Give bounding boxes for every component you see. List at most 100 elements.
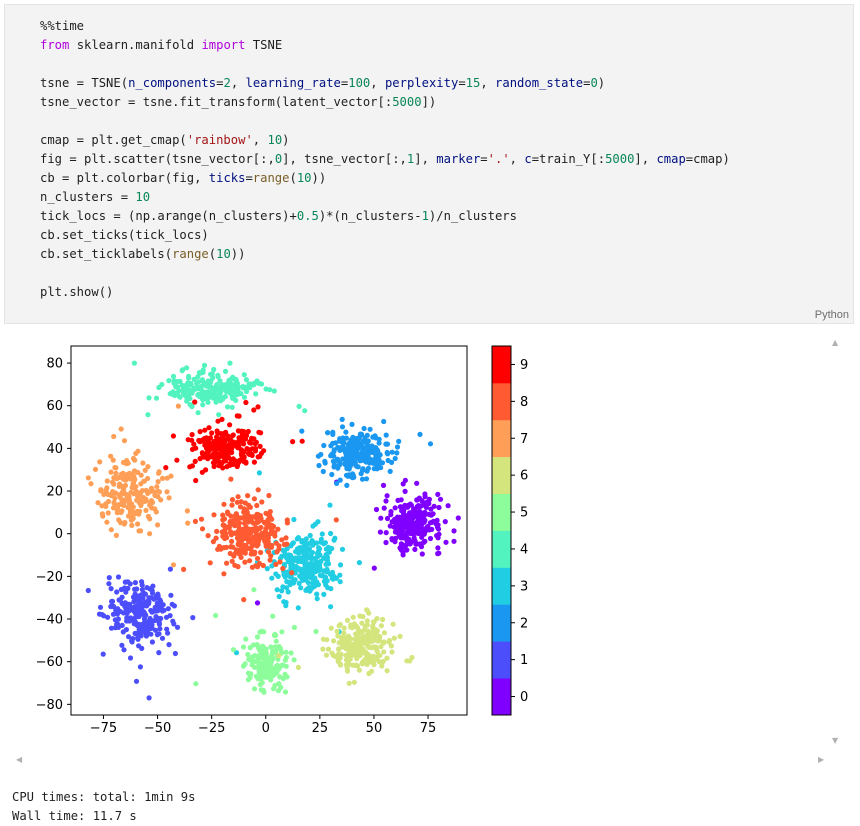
data-point xyxy=(328,625,334,631)
data-point xyxy=(306,546,312,552)
data-point xyxy=(273,632,279,638)
data-point xyxy=(371,662,377,668)
scroll-down-arrow-icon[interactable]: ▼ xyxy=(832,736,838,745)
data-point xyxy=(372,446,378,452)
data-point xyxy=(273,571,279,577)
data-point xyxy=(138,528,144,534)
code-cell[interactable]: %%time from sklearn.manifold import TSNE t… xyxy=(4,4,854,324)
data-point xyxy=(385,457,391,464)
data-point xyxy=(416,510,422,516)
data-point xyxy=(255,487,261,493)
data-point xyxy=(245,493,251,499)
data-point xyxy=(276,681,282,687)
data-point xyxy=(235,445,241,451)
code-line: tick_locs = (np.arange(n_clusters)+0.5)*… xyxy=(40,207,730,226)
scroll-left-arrow-icon[interactable]: ◀ xyxy=(16,755,22,764)
data-point xyxy=(111,500,117,506)
scroll-up-arrow-icon[interactable]: ▲ xyxy=(832,338,838,347)
data-point xyxy=(394,444,401,450)
data-point xyxy=(362,623,368,629)
data-point xyxy=(275,526,281,532)
data-point xyxy=(125,616,131,622)
data-point xyxy=(314,591,320,597)
data-point xyxy=(234,413,240,419)
data-point xyxy=(255,511,261,518)
data-point xyxy=(156,618,162,624)
data-point xyxy=(335,456,341,462)
colorbar-segment xyxy=(492,678,511,716)
colorbar-segment xyxy=(492,604,511,642)
colorbar-tick-label: 9 xyxy=(520,358,528,373)
data-point xyxy=(266,492,272,499)
colorbar-segment xyxy=(492,493,511,531)
data-point xyxy=(115,616,121,622)
data-point xyxy=(173,384,179,390)
data-point xyxy=(155,479,161,485)
data-point xyxy=(318,558,324,564)
data-point xyxy=(139,645,145,651)
data-point xyxy=(88,481,94,487)
data-point xyxy=(343,662,349,668)
data-point xyxy=(120,459,127,466)
data-point xyxy=(112,490,118,496)
data-point xyxy=(340,639,346,645)
data-point xyxy=(384,493,390,499)
code-token: cb.set_ticks(tick_locs) xyxy=(40,228,209,242)
data-point xyxy=(398,497,404,503)
data-point xyxy=(273,664,279,670)
data-point xyxy=(242,559,248,565)
data-point xyxy=(350,614,356,620)
data-point xyxy=(190,615,196,621)
data-point xyxy=(159,475,166,481)
data-point xyxy=(227,422,233,428)
data-point xyxy=(156,650,162,656)
data-point xyxy=(108,586,114,592)
colorbar-segment xyxy=(492,641,511,679)
code-editor[interactable]: %%time from sklearn.manifold import TSNE t… xyxy=(40,17,730,302)
data-point xyxy=(387,523,393,529)
data-point xyxy=(209,430,215,436)
code-token: =cmap) xyxy=(685,152,730,166)
data-point xyxy=(347,656,353,662)
data-point xyxy=(221,571,227,577)
data-point xyxy=(174,457,180,463)
code-token: cmap = plt.get_cmap( xyxy=(40,133,187,147)
data-point xyxy=(227,360,233,366)
data-point xyxy=(132,591,138,597)
data-point xyxy=(336,438,342,444)
data-point xyxy=(154,484,160,490)
data-point xyxy=(143,507,149,513)
data-point xyxy=(220,444,226,450)
data-point xyxy=(263,386,269,392)
data-point xyxy=(201,454,207,460)
data-point xyxy=(119,502,125,508)
data-point xyxy=(325,544,331,550)
data-point xyxy=(130,636,136,642)
data-point xyxy=(370,631,376,637)
data-point xyxy=(139,488,145,494)
data-point xyxy=(345,473,351,479)
data-point xyxy=(181,566,187,572)
data-point xyxy=(214,434,220,440)
data-point xyxy=(341,630,347,636)
code-token: )) xyxy=(230,247,246,261)
data-point xyxy=(135,521,141,527)
scroll-right-arrow-icon[interactable]: ▶ xyxy=(818,755,824,764)
data-point xyxy=(114,476,120,482)
data-point xyxy=(211,366,217,373)
data-point xyxy=(238,451,244,457)
data-point xyxy=(138,472,144,478)
data-point xyxy=(419,551,425,557)
data-point xyxy=(257,629,263,635)
data-point xyxy=(442,519,448,525)
code-line: cb.set_ticks(tick_locs) xyxy=(40,226,730,245)
data-point xyxy=(323,556,329,562)
data-point xyxy=(233,389,239,395)
data-point xyxy=(409,530,416,536)
data-point xyxy=(127,581,133,587)
data-point xyxy=(164,475,170,481)
data-point xyxy=(240,543,246,549)
data-point xyxy=(443,539,449,545)
data-point xyxy=(283,649,289,655)
data-point xyxy=(228,476,234,482)
